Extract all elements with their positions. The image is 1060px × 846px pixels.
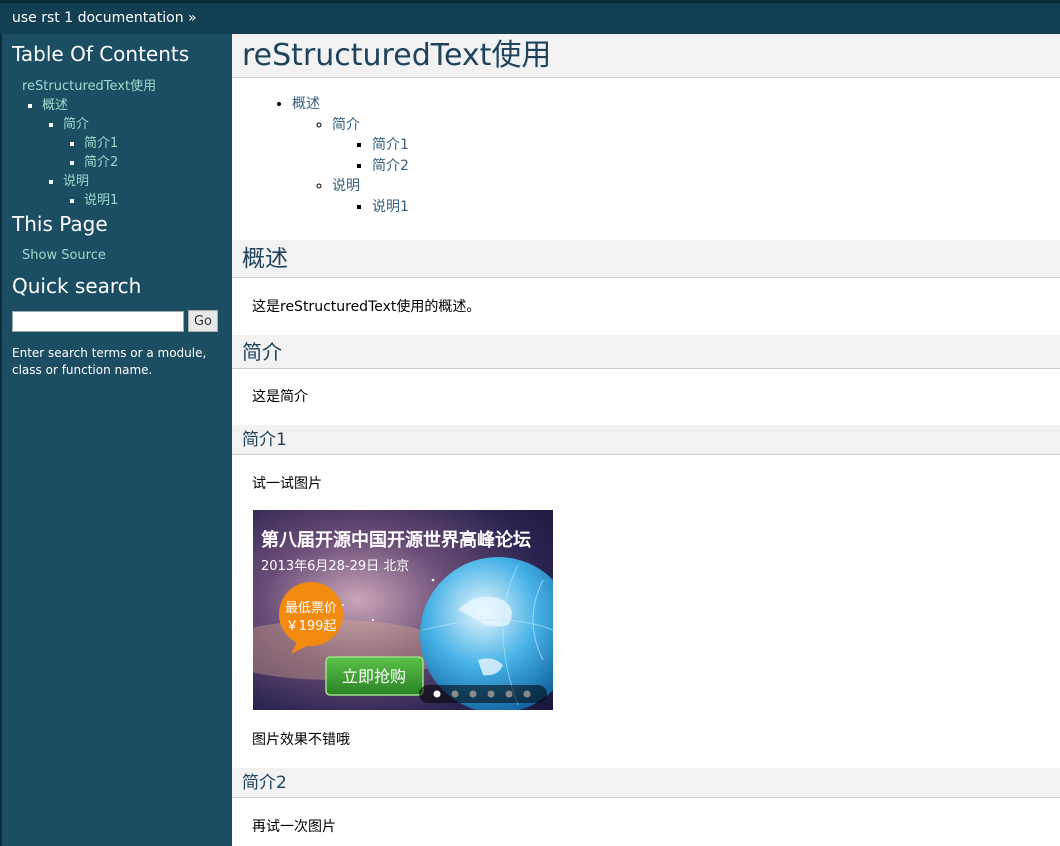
intro-text: 这是简介 [252, 389, 308, 405]
carousel-dot[interactable] [523, 690, 531, 698]
toc-link-explain1[interactable]: 说明1 [84, 193, 118, 208]
sidebar: Table Of Contents reStructuredText使用 概述 … [0, 34, 232, 846]
search-go-button[interactable]: Go [188, 310, 218, 332]
page-toc-intro1[interactable]: 简介1 [372, 137, 409, 153]
breadcrumb-home-link[interactable]: use rst 1 documentation » [12, 10, 197, 26]
banner-headline: 第八届开源中国开源世界高峰论坛 [261, 529, 531, 551]
carousel-dot[interactable] [433, 690, 441, 698]
toc-link-intro2[interactable]: 简介2 [84, 155, 118, 170]
page-toc-explain1[interactable]: 说明1 [372, 199, 409, 215]
page-toc-intro[interactable]: 简介 [332, 117, 360, 133]
page-title: reStructuredText使用 [232, 34, 1060, 78]
carousel-dot[interactable] [505, 690, 513, 698]
carousel-dot[interactable] [487, 690, 495, 698]
page-toc: 概述 简介 简介1 简介2 说明 说明1 [272, 94, 409, 217]
banner-date: 2013年6月28-29日 北京 [261, 559, 409, 574]
section-heading-intro: 简介 [232, 335, 1060, 369]
conference-banner-image: 第八届开源中国开源世界高峰论坛 2013年6月28-29日 北京 最低票价 ￥1… [253, 510, 553, 710]
main-content: reStructuredText使用 概述 简介 简介1 简介2 说明 说明1 [232, 34, 1060, 846]
section-heading-intro2: 简介2 [232, 768, 1060, 798]
banner-buy-button: 立即抢购 [342, 667, 406, 686]
page-toc-overview[interactable]: 概述 [292, 96, 320, 112]
section-heading-intro1: 简介1 [232, 425, 1060, 455]
intro2-text: 再试一次图片 [252, 819, 336, 835]
search-hint: Enter search terms or a module, class or… [12, 346, 207, 377]
quick-search-title: Quick search [12, 274, 142, 298]
toc-title: Table Of Contents [12, 42, 190, 66]
toc-link-explain[interactable]: 说明 [63, 174, 89, 189]
page-toc-explain[interactable]: 说明 [332, 178, 360, 194]
sidebar-toc: reStructuredText使用 概述 简介 简介1 简介2 说明 说明1 [22, 78, 156, 210]
carousel-dot[interactable] [469, 690, 477, 698]
after-image-text: 图片效果不错哦 [252, 732, 350, 748]
top-navigation-bar: use rst 1 documentation » [0, 0, 1060, 34]
this-page-title: This Page [12, 212, 108, 236]
search-input[interactable] [12, 311, 184, 332]
overview-text: 这是reStructuredText使用的概述。 [252, 299, 481, 315]
toc-link-root[interactable]: reStructuredText使用 [22, 79, 156, 94]
toc-link-intro[interactable]: 简介 [63, 117, 89, 132]
show-source-link[interactable]: Show Source [22, 248, 106, 263]
banner-price-value: ￥199起 [286, 619, 337, 634]
section-heading-overview: 概述 [232, 240, 1060, 278]
intro1-text: 试一试图片 [252, 476, 322, 492]
carousel-dot[interactable] [451, 690, 459, 698]
toc-link-overview[interactable]: 概述 [42, 98, 68, 113]
toc-link-intro1[interactable]: 简介1 [84, 136, 118, 151]
page-toc-intro2[interactable]: 简介2 [372, 158, 409, 174]
banner-price-label: 最低票价 [285, 601, 337, 616]
